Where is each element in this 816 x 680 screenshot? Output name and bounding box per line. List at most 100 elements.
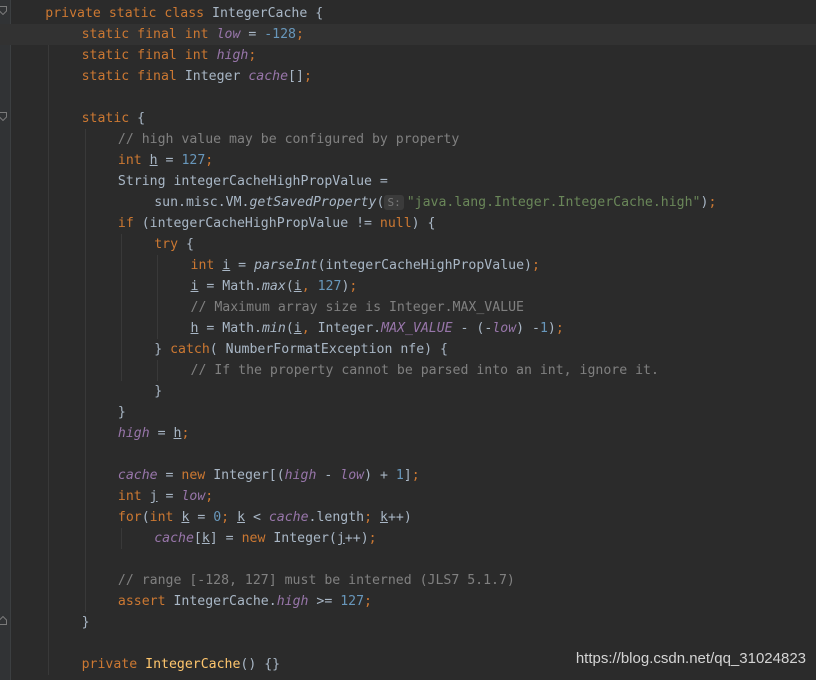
code-token: ;	[248, 48, 257, 63]
code-token: (integerCacheHighPropValue)	[317, 258, 532, 273]
code-token: // If the property cannot be parsed into…	[190, 363, 659, 378]
code-token: parseInt	[254, 258, 318, 273]
code-line[interactable]: assert IntegerCache.high >= 127;	[0, 591, 816, 612]
code-token: IntegerCache	[145, 657, 241, 672]
code-token: min	[261, 321, 286, 336]
code-token: int	[149, 510, 182, 525]
code-line[interactable]: // If the property cannot be parsed into…	[0, 360, 816, 381]
code-token: sun.misc.VM.	[154, 195, 250, 210]
code-line[interactable]: }	[0, 381, 816, 402]
code-line[interactable]: // Maximum array size is Integer.MAX_VAL…	[0, 297, 816, 318]
code-token: ;	[349, 279, 358, 294]
code-token: ++)	[387, 510, 412, 525]
code-line[interactable]: // range [-128, 127] must be interned (J…	[0, 570, 816, 591]
code-token: ;	[181, 426, 190, 441]
code-line[interactable]: String integerCacheHighPropValue =	[0, 171, 816, 192]
code-line-content: // high value may be configured by prope…	[118, 129, 459, 150]
code-token: ] =	[209, 531, 242, 546]
code-token: =	[230, 258, 255, 273]
code-line[interactable]: high = h;	[0, 423, 816, 444]
code-line[interactable]: static {	[0, 108, 816, 129]
code-line[interactable]: static final Integer cache[];	[0, 66, 816, 87]
code-line[interactable]: cache[k] = new Integer(j++);	[0, 528, 816, 549]
code-line-content: cache[k] = new Integer(j++);	[154, 528, 376, 549]
code-line[interactable]	[0, 87, 816, 108]
code-token: [	[193, 531, 202, 546]
code-token: }	[81, 615, 90, 630]
code-line[interactable]: h = Math.min(i, Integer.MAX_VALUE - (-lo…	[0, 318, 816, 339]
code-line[interactable]: for(int k = 0; k < cache.length; k++)	[0, 507, 816, 528]
code-token: []	[288, 69, 304, 84]
code-line[interactable]: } catch( NumberFormatException nfe) {	[0, 339, 816, 360]
code-line[interactable]: }	[0, 402, 816, 423]
code-token: () {}	[240, 657, 281, 672]
code-token: ;	[531, 258, 540, 273]
code-token: max	[261, 279, 286, 294]
code-token: ;	[205, 153, 214, 168]
code-line[interactable]: int i = parseInt(integerCacheHighPropVal…	[0, 255, 816, 276]
code-token: // Maximum array size is Integer.MAX_VAL…	[190, 300, 524, 315]
code-line[interactable]: static final int low = -128;	[0, 24, 816, 45]
code-line-content: static final Integer cache[];	[82, 66, 312, 87]
code-token: }	[154, 342, 171, 357]
code-token: 127	[340, 594, 365, 609]
code-token: high	[284, 468, 317, 483]
code-token: >=	[308, 594, 341, 609]
code-line-content: i = Math.max(i, 127);	[191, 276, 358, 297]
code-line[interactable]: private static class IntegerCache {	[0, 3, 816, 24]
code-line[interactable]: sun.misc.VM.getSavedProperty(S: "java.lan…	[0, 192, 816, 213]
code-token: // range [-128, 127] must be interned (J…	[117, 573, 515, 588]
code-token: =	[149, 426, 174, 441]
code-line-content: }	[82, 612, 90, 633]
code-token: high	[216, 48, 249, 63]
code-token: 127	[181, 153, 206, 168]
code-token: high	[276, 594, 309, 609]
code-token: cache	[248, 69, 289, 84]
code-line[interactable]: cache = new Integer[(high - low) + 1];	[0, 465, 816, 486]
code-token: static	[81, 111, 138, 126]
code-line[interactable]: if (integerCacheHighPropValue != null) {	[0, 213, 816, 234]
code-line[interactable]	[0, 444, 816, 465]
code-token: = Math.	[198, 279, 262, 294]
code-token: private static class	[45, 6, 213, 21]
code-token: (	[285, 279, 294, 294]
code-token: Integer.	[317, 321, 382, 336]
code-line-content: int i = parseInt(integerCacheHighPropVal…	[191, 255, 540, 276]
code-token: <	[245, 510, 269, 525]
code-token: = Math.	[198, 321, 262, 336]
code-token: low	[492, 321, 517, 336]
code-line-content: static {	[82, 108, 146, 129]
code-token: "java.lang.Integer.IntegerCache.high"	[406, 195, 701, 210]
code-token: .length	[308, 510, 365, 525]
code-line[interactable]: int h = 127;	[0, 150, 816, 171]
code-token: // high value may be configured by prope…	[117, 132, 460, 147]
code-token: -128	[264, 27, 296, 42]
code-token: ;	[364, 594, 372, 609]
code-token: ++)	[344, 531, 369, 546]
code-token: ,	[301, 279, 318, 294]
code-token: Integer[(	[213, 468, 285, 483]
code-token: getSavedProperty	[249, 195, 377, 210]
code-token: {	[137, 111, 146, 126]
code-token: low	[216, 27, 241, 42]
code-line[interactable]	[0, 549, 816, 570]
code-line[interactable]: // high value may be configured by prope…	[0, 129, 816, 150]
code-line[interactable]: int j = low;	[0, 486, 816, 507]
code-token: int	[117, 153, 150, 168]
code-token: k	[201, 531, 210, 546]
code-token: ,	[301, 321, 318, 336]
code-line[interactable]: i = Math.max(i, 127);	[0, 276, 816, 297]
code-line[interactable]: try {	[0, 234, 816, 255]
code-line[interactable]: }	[0, 612, 816, 633]
code-token: j	[149, 489, 158, 504]
code-token: new	[241, 531, 274, 546]
code-token: (	[376, 195, 385, 210]
code-line[interactable]: static final int high;	[0, 45, 816, 66]
code-token: IntegerCache.	[173, 594, 277, 609]
code-token: ;	[296, 27, 304, 42]
code-token: ) -	[516, 321, 540, 336]
code-line-content: private static class IntegerCache {	[45, 3, 323, 24]
code-token: =	[189, 510, 214, 525]
code-line-content: // If the property cannot be parsed into…	[191, 360, 659, 381]
code-token: MAX_VALUE	[381, 321, 453, 336]
